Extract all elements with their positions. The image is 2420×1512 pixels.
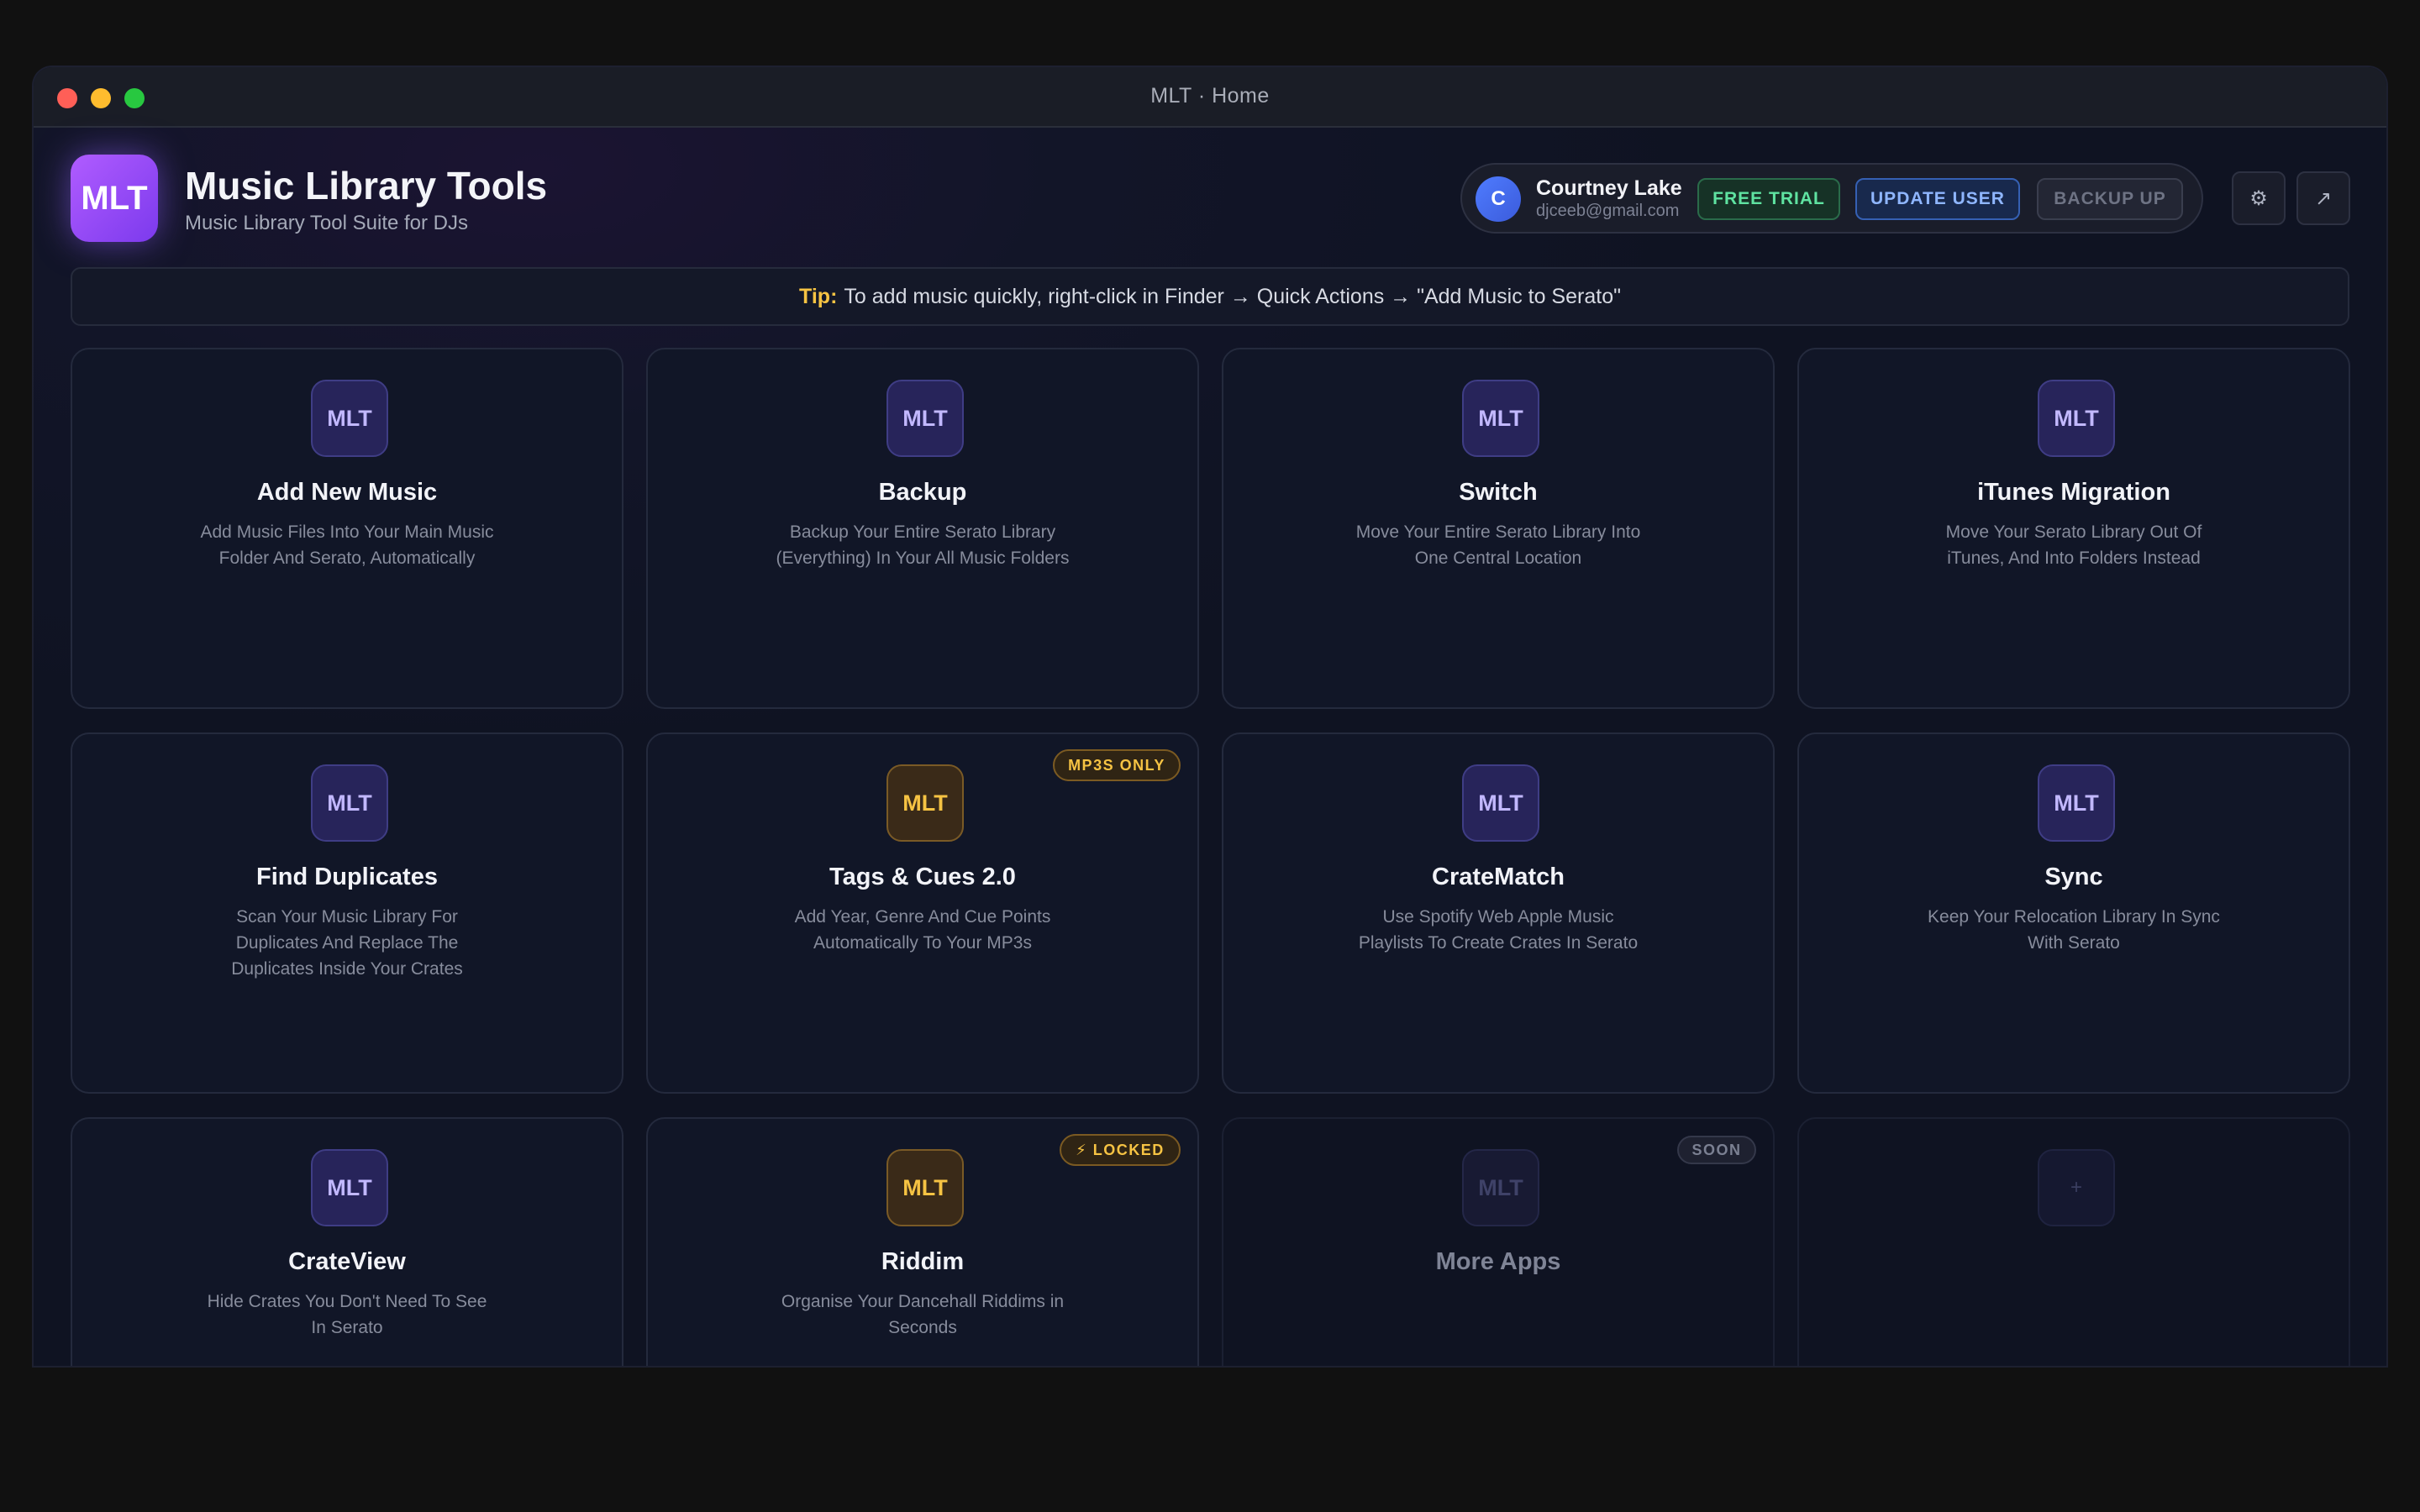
app-icon: MLT <box>1462 380 1539 457</box>
update-user-button[interactable]: UPDATE USER <box>1855 178 2020 220</box>
app-icon: MLT <box>886 764 964 842</box>
card-title: Add New Music <box>256 479 438 506</box>
backup-up-button[interactable]: BACKUP UP <box>2037 178 2183 220</box>
app-icon: MLT <box>311 380 388 457</box>
card-title: Switch <box>1459 479 1538 506</box>
card-title: iTunes Migration <box>1977 479 2170 506</box>
card-title: CrateView <box>288 1248 406 1275</box>
settings-button[interactable]: ⚙ <box>2232 171 2286 225</box>
app-subtitle: Music Library Tool Suite for DJs <box>185 212 469 234</box>
card-description: Add Year, Genre And Cue Points Automatic… <box>794 907 1051 953</box>
app-card-switch[interactable]: MLT Switch Move Your Entire Serato Libra… <box>1222 348 1775 709</box>
app-card-itunes-migration[interactable]: MLT iTunes Migration Move Your Serato Li… <box>1797 348 2350 709</box>
tip-label: Tip: <box>799 284 838 308</box>
card-description: Hide Crates You Don't Need To See In Ser… <box>207 1292 487 1337</box>
card-title: Sync <box>2044 864 2103 890</box>
app-card-cratematch[interactable]: MLT CrateMatch Use Spotify Web Apple Mus… <box>1222 732 1775 1094</box>
card-description: Move Your Serato Library Out Of iTunes, … <box>1945 522 2202 568</box>
app-logo: MLT <box>71 155 158 242</box>
tip-text: To add music quickly, right-click in Fin… <box>844 284 1621 308</box>
arrow-up-right-icon: ↗ <box>2314 186 2333 210</box>
app-icon: MLT <box>886 1149 964 1226</box>
app-icon: MLT <box>886 380 964 457</box>
locked-badge: ⚡ LOCKED <box>1060 1134 1181 1166</box>
card-title: Backup <box>878 479 967 506</box>
app-title: Music Library Tools <box>185 164 548 207</box>
card-title: CrateMatch <box>1432 864 1565 890</box>
card-description: Use Spotify Web Apple Music Playlists To… <box>1358 907 1639 953</box>
gear-icon: ⚙ <box>2249 186 2268 210</box>
card-title: Tags & Cues 2.0 <box>829 864 1016 890</box>
card-description: Scan Your Music Library For Duplicates A… <box>231 907 463 979</box>
window-title: MLT · Home <box>1150 84 1270 108</box>
app-icon: MLT <box>1462 1149 1539 1226</box>
app-card-find-duplicates[interactable]: MLT Find Duplicates Scan Your Music Libr… <box>71 732 623 1094</box>
tip-banner: Tip: To add music quickly, right-click i… <box>71 267 2349 326</box>
app-card-sync[interactable]: MLT Sync Keep Your Relocation Library In… <box>1797 732 2350 1094</box>
app-window: MLT · Home MLT Music Library Tools Music… <box>34 67 2386 1366</box>
open-external-button[interactable]: ↗ <box>2296 171 2350 225</box>
app-card-riddim[interactable]: ⚡ LOCKED MLT Riddim Organise Your Danceh… <box>646 1117 1199 1366</box>
app-card-add-new-music[interactable]: MLT Add New Music Add Music Files Into Y… <box>71 348 623 709</box>
plus-icon: + <box>2038 1149 2115 1226</box>
user-panel: C Courtney Lake djceeb@gmail.com FREE TR… <box>1460 163 2203 234</box>
app-icon: MLT <box>311 1149 388 1226</box>
app-card-backup[interactable]: MLT Backup Backup Your Entire Serato Lib… <box>646 348 1199 709</box>
user-name: Courtney Lake <box>1536 176 1682 200</box>
card-description: Backup Your Entire Serato Library (Every… <box>776 522 1070 568</box>
app-icon: MLT <box>1462 764 1539 842</box>
card-title: More Apps <box>1435 1248 1561 1275</box>
card-description: Add Music Files Into Your Main Music Fol… <box>200 522 494 568</box>
mp3s-only-badge: MP3S ONLY <box>1053 749 1181 781</box>
avatar[interactable]: C <box>1476 176 1521 222</box>
app-card-add-placeholder[interactable]: + <box>1797 1117 2350 1366</box>
app-card-tags-cues[interactable]: MP3S ONLY MLT Tags & Cues 2.0 Add Year, … <box>646 732 1199 1094</box>
home-content: MLT Music Library Tools Music Library To… <box>34 128 2386 1366</box>
soon-badge: SOON <box>1677 1136 1756 1164</box>
card-description: Keep Your Relocation Library In Sync Wit… <box>1928 907 2220 953</box>
card-description: Organise Your Dancehall Riddims in Secon… <box>781 1292 1065 1337</box>
app-icon: MLT <box>2038 764 2115 842</box>
app-icon: MLT <box>311 764 388 842</box>
app-icon: MLT <box>2038 380 2115 457</box>
user-email: djceeb@gmail.com <box>1536 202 1680 220</box>
app-card-more-apps: SOON MLT More Apps <box>1222 1117 1775 1366</box>
free-trial-button[interactable]: FREE TRIAL <box>1697 178 1840 220</box>
card-title: Find Duplicates <box>256 864 438 890</box>
card-description: Move Your Entire Serato Library Into One… <box>1355 522 1641 568</box>
title-bar: MLT · Home <box>34 67 2386 128</box>
app-card-crateview[interactable]: MLT CrateView Hide Crates You Don't Need… <box>71 1117 623 1366</box>
card-title: Riddim <box>881 1248 965 1275</box>
